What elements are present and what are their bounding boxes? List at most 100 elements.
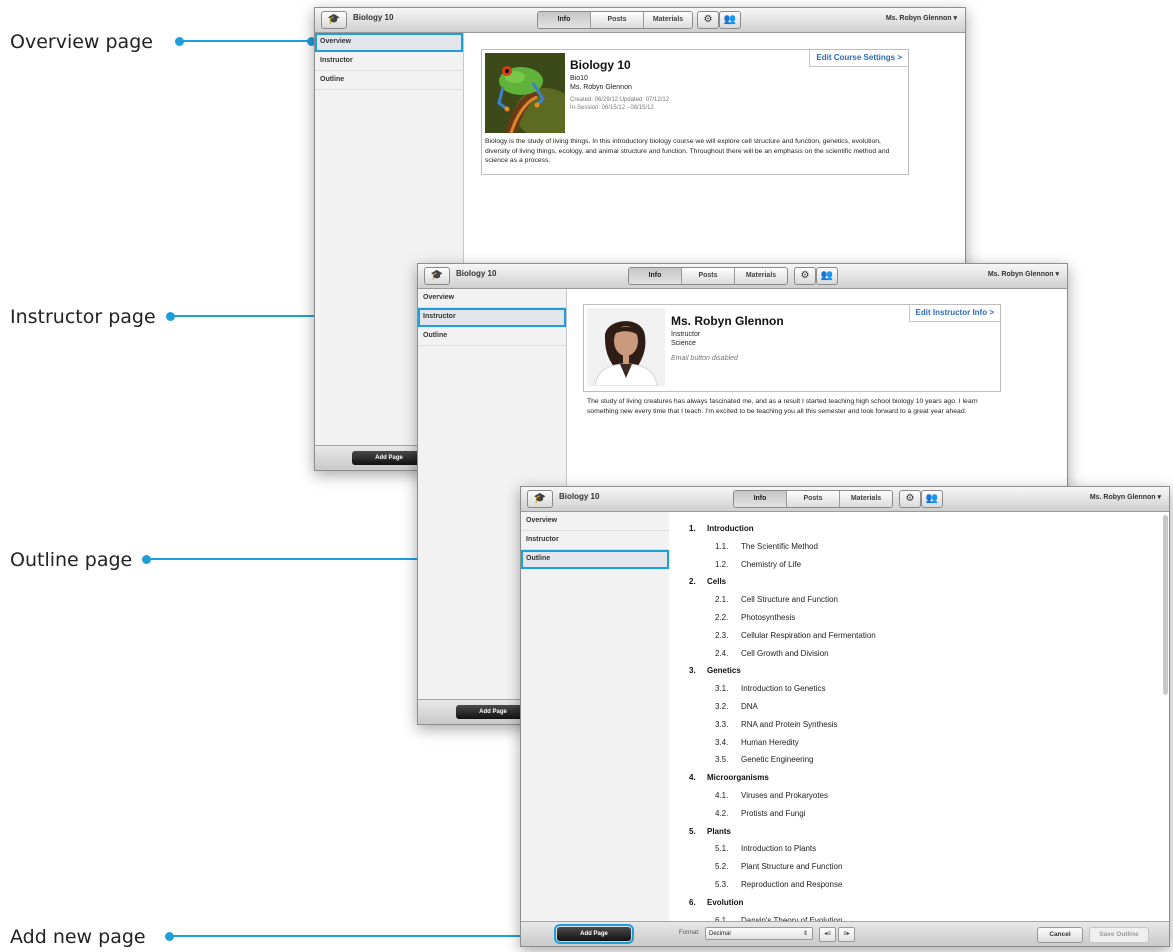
sidebar-item-outline[interactable]: Outline: [418, 327, 566, 346]
outline-subsection-number: 1.1.: [715, 541, 729, 551]
outline-section[interactable]: 6. Evolution: [689, 898, 743, 907]
outline-subsection-title: Human Heredity: [741, 737, 799, 747]
outline-subsection[interactable]: 1.1. The Scientific Method: [715, 542, 818, 551]
callout-label: Outline page: [10, 549, 133, 571]
outline-subsection-title: Cell Growth and Division: [741, 648, 829, 658]
indent-icon[interactable]: ≡▸: [838, 927, 855, 942]
people-icon[interactable]: 👥: [816, 267, 838, 285]
sidebar-item-overview[interactable]: Overview: [315, 33, 463, 52]
outdent-icon[interactable]: ◂≡: [819, 927, 836, 942]
toolbar: 🎓 Biology 10 Info Posts Materials ⚙ 👥 Ms…: [315, 8, 965, 33]
outline-subsection[interactable]: 4.1. Viruses and Prokaryotes: [715, 791, 828, 800]
outline-section[interactable]: 2. Cells: [689, 577, 726, 586]
format-select[interactable]: Decimal ⇕: [705, 927, 813, 940]
sidebar-item-instructor[interactable]: Instructor: [315, 52, 463, 71]
tab-info[interactable]: Info: [629, 268, 682, 284]
instructor-card: Edit Instructor Info > Ms. Robyn Glennon…: [583, 304, 1001, 392]
tab-materials[interactable]: Materials: [840, 491, 892, 507]
course-teacher: Ms. Robyn Glennon: [570, 84, 632, 91]
sidebar-item-overview[interactable]: Overview: [521, 512, 669, 531]
gear-icon[interactable]: ⚙: [794, 267, 816, 285]
outline-subsection-title: Protists and Fungi: [741, 808, 806, 818]
outline-section-number: 4.: [689, 773, 696, 783]
sidebar-item-outline[interactable]: Outline: [521, 550, 669, 569]
outline-subsection-number: 1.2.: [715, 559, 729, 569]
tab-info[interactable]: Info: [734, 491, 787, 507]
edit-instructor-info-link[interactable]: Edit Instructor Info >: [908, 305, 1000, 322]
callout-label: Add new page: [10, 926, 146, 948]
tab-materials[interactable]: Materials: [644, 12, 692, 28]
user-menu[interactable]: Ms. Robyn Glennon ▾: [886, 14, 957, 22]
outline-subsection-title: DNA: [741, 702, 758, 711]
instructor-bio: The study of living creatures has always…: [587, 398, 978, 415]
outline-section-number: 1.: [689, 524, 696, 533]
tab-posts[interactable]: Posts: [682, 268, 735, 284]
sidebar-item-instructor[interactable]: Instructor: [418, 308, 566, 327]
add-page-button[interactable]: Add Page: [554, 924, 634, 944]
outline-subsection[interactable]: 3.1. Introduction to Genetics: [715, 684, 826, 693]
gear-icon[interactable]: ⚙: [899, 490, 921, 508]
sidebar-item-instructor[interactable]: Instructor: [521, 531, 669, 550]
user-menu[interactable]: Ms. Robyn Glennon ▾: [1090, 493, 1161, 501]
outline-subsection[interactable]: 2.3. Cellular Respiration and Fermentatio…: [715, 631, 876, 640]
people-icon[interactable]: 👥: [719, 11, 741, 29]
outline-subsection[interactable]: 4.2. Protists and Fungi: [715, 809, 805, 818]
outline-subsection-title: Chemistry of Life: [741, 559, 802, 569]
tab-posts[interactable]: Posts: [787, 491, 840, 507]
course-dates: Created: 06/29/12 Updated: 07/12/12: [570, 97, 670, 103]
outline-section-title: Microorganisms: [707, 773, 769, 783]
callout-label: Overview page: [10, 31, 153, 53]
outline-section[interactable]: 5. Plants: [689, 827, 731, 836]
tab-materials[interactable]: Materials: [735, 268, 787, 284]
user-menu[interactable]: Ms. Robyn Glennon ▾: [988, 270, 1059, 278]
outline-subsection-number: 3.2.: [715, 702, 729, 711]
outline-subsection[interactable]: 2.2. Photosynthesis: [715, 613, 795, 622]
outline-subsection[interactable]: 5.1. Introduction to Plants: [715, 844, 816, 853]
people-icon[interactable]: 👥: [921, 490, 943, 508]
outline-subsection-title: Introduction to Plants: [741, 844, 817, 854]
callout-line: [170, 935, 550, 937]
mortarboard-icon[interactable]: 🎓: [424, 267, 450, 285]
toolbar: 🎓 Biology 10 Info Posts Materials ⚙ 👥 Ms…: [521, 487, 1169, 512]
outline-subsection-number: 2.1.: [715, 595, 729, 605]
course-title: Biology 10: [353, 13, 394, 22]
outline-section-number: 5.: [689, 826, 696, 836]
outline-section[interactable]: 3. Genetics: [689, 666, 741, 675]
outline-subsection-title: Introduction to Genetics: [741, 684, 826, 694]
outline-subsection[interactable]: 2.1. Cell Structure and Function: [715, 595, 838, 604]
outline-subsection[interactable]: 5.3. Reproduction and Response: [715, 880, 842, 889]
save-outline-button[interactable]: Save Outline: [1089, 927, 1149, 943]
sidebar-item-overview[interactable]: Overview: [418, 289, 566, 308]
outline-subsection[interactable]: 3.4. Human Heredity: [715, 738, 799, 747]
outline-subsection[interactable]: 3.2. DNA: [715, 702, 758, 711]
add-page-button[interactable]: Add Page: [352, 451, 426, 465]
toolbar: 🎓 Biology 10 Info Posts Materials ⚙ 👥 Ms…: [418, 264, 1067, 289]
outline-subsection[interactable]: 5.2. Plant Structure and Function: [715, 862, 842, 871]
mortarboard-icon[interactable]: 🎓: [527, 490, 553, 508]
outline-section[interactable]: 4. Microorganisms: [689, 773, 769, 782]
outline-subsection-title: Genetic Engineering: [741, 755, 814, 765]
outline-section[interactable]: 1. Introduction: [689, 524, 754, 533]
sidebar-item-outline[interactable]: Outline: [315, 71, 463, 90]
email-disabled-note: Email button disabled: [671, 355, 738, 362]
cancel-button[interactable]: Cancel: [1037, 927, 1083, 943]
outline-subsection[interactable]: 1.2. Chemistry of Life: [715, 560, 801, 569]
scrollbar[interactable]: [1163, 515, 1168, 695]
add-page-button[interactable]: Add Page: [456, 705, 530, 719]
nav-tabs: Info Posts Materials: [733, 490, 893, 508]
outline-section-title: Genetics: [707, 666, 741, 676]
instructor-photo: [587, 308, 665, 386]
edit-course-settings-link[interactable]: Edit Course Settings >: [809, 50, 908, 67]
tab-posts[interactable]: Posts: [591, 12, 644, 28]
outline-subsection[interactable]: 3.5. Genetic Engineering: [715, 755, 814, 764]
outline-section-number: 6.: [689, 897, 696, 907]
mortarboard-icon[interactable]: 🎓: [321, 11, 347, 29]
outline-subsection[interactable]: 2.4. Cell Growth and Division: [715, 649, 829, 658]
outline-subsection-title: Viruses and Prokaryotes: [741, 791, 829, 800]
tab-info[interactable]: Info: [538, 12, 591, 28]
outline-editor[interactable]: 1. Introduction 1.1. The Scientific Method 1…: [669, 512, 1169, 922]
gear-icon[interactable]: ⚙: [697, 11, 719, 29]
instructor-department: Science: [671, 340, 696, 347]
outline-subsection-number: 3.1.: [715, 684, 729, 694]
outline-subsection[interactable]: 3.3. RNA and Protein Synthesis: [715, 720, 838, 729]
